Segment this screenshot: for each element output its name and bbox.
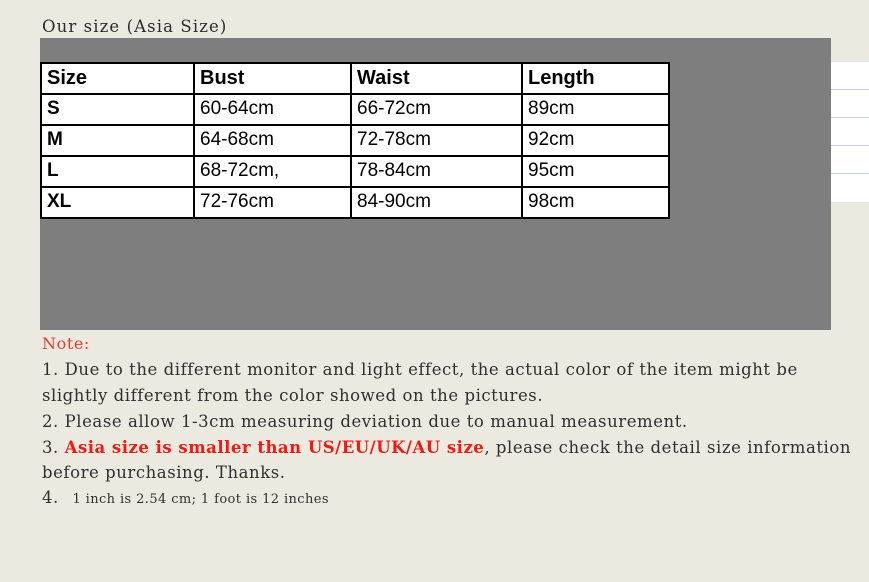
note-3-highlight: Asia size is smaller than US/EU/UK/AU si… bbox=[64, 437, 485, 457]
cell-length: 95cm bbox=[521, 155, 670, 188]
table-row: S 60-64cm 66-72cm 89cm bbox=[40, 93, 670, 126]
cell-waist: 78-84cm bbox=[350, 155, 523, 188]
cell-size: S bbox=[40, 93, 195, 126]
cell-waist: 66-72cm bbox=[350, 93, 523, 126]
cell-length: 92cm bbox=[521, 124, 670, 157]
cell-bust: 72-76cm bbox=[193, 186, 352, 219]
table-row: L 68-72cm, 78-84cm 95cm bbox=[40, 155, 670, 188]
column-header-bust: Bust bbox=[193, 62, 352, 95]
cell-bust: 68-72cm, bbox=[193, 155, 352, 188]
column-header-size: Size bbox=[40, 62, 195, 95]
note-item-4: 4. 1 inch is 2.54 cm; 1 foot is 12 inche… bbox=[42, 485, 852, 510]
cell-size: M bbox=[40, 124, 195, 157]
cell-waist: 72-78cm bbox=[350, 124, 523, 157]
note-4-text: 1 inch is 2.54 cm; 1 foot is 12 inches bbox=[58, 492, 329, 508]
note-item-3: 3. Asia size is smaller than US/EU/UK/AU… bbox=[42, 435, 852, 485]
note-item-1: 1. Due to the different monitor and ligh… bbox=[42, 359, 798, 405]
column-header-length: Length bbox=[521, 62, 670, 95]
notes-section: Note: 1. Due to the different monitor an… bbox=[42, 332, 852, 510]
cell-size: L bbox=[40, 155, 195, 188]
table-header-row: Size Bust Waist Length bbox=[40, 62, 670, 95]
size-chart-table: Size Bust Waist Length S 60-64cm 66-72cm… bbox=[40, 62, 670, 219]
page-root: Our size (Asia Size) Size Bust Waist Len… bbox=[0, 0, 869, 582]
cell-bust: 60-64cm bbox=[193, 93, 352, 126]
notes-heading: Note: bbox=[42, 334, 90, 353]
column-header-waist: Waist bbox=[350, 62, 523, 95]
cell-bust: 64-68cm bbox=[193, 124, 352, 157]
cell-length: 98cm bbox=[521, 186, 670, 219]
note-3-prefix: 3. bbox=[42, 437, 65, 457]
table-row: M 64-68cm 72-78cm 92cm bbox=[40, 124, 670, 157]
cell-size: XL bbox=[40, 186, 195, 219]
table-row: XL 72-76cm 84-90cm 98cm bbox=[40, 186, 670, 219]
cell-waist: 84-90cm bbox=[350, 186, 523, 219]
page-title: Our size (Asia Size) bbox=[42, 17, 228, 36]
cell-length: 89cm bbox=[521, 93, 670, 126]
note-4-number: 4. bbox=[42, 488, 59, 508]
note-item-2: 2. Please allow 1-3cm measuring deviatio… bbox=[42, 411, 688, 431]
